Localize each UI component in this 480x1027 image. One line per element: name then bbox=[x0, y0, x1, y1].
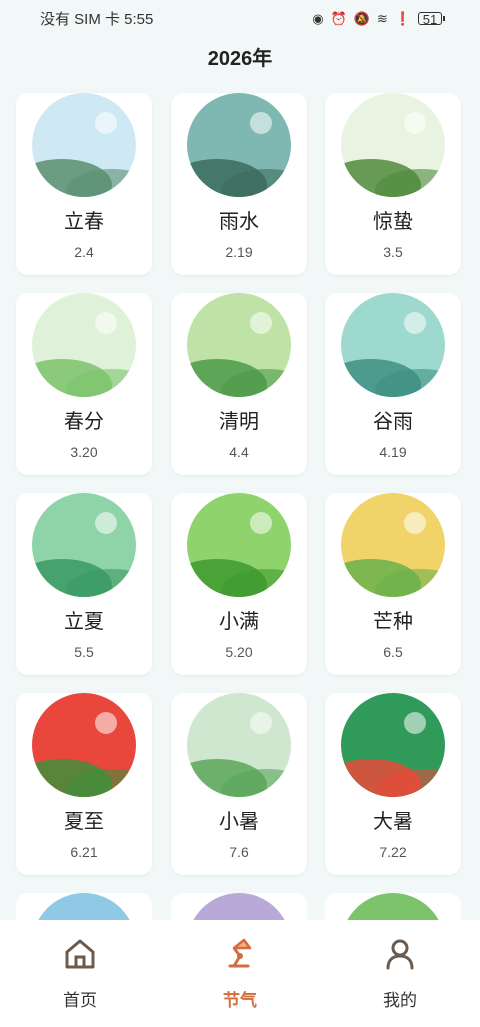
battery-icon: 51 bbox=[418, 11, 445, 26]
solar-term-illustration bbox=[341, 93, 445, 197]
solar-term-name: 雨水 bbox=[219, 211, 259, 233]
solar-term-card[interactable]: 芒种 6.5 bbox=[325, 493, 461, 675]
solar-term-name: 谷雨 bbox=[373, 411, 413, 433]
solar-term-card[interactable]: 雨水 2.19 bbox=[171, 93, 307, 275]
nav-mine-label: 我的 bbox=[383, 991, 417, 1010]
solar-term-card[interactable]: 清明 4.4 bbox=[171, 293, 307, 475]
status-bar: 没有 SIM 卡 5:55 ◉ ⏰ 🔕 ≋ ❗ 51 bbox=[0, 0, 480, 36]
solar-term-illustration bbox=[187, 893, 291, 923]
solar-term-card[interactable]: 春分 3.20 bbox=[16, 293, 152, 475]
status-carrier-time: 没有 SIM 卡 5:55 bbox=[40, 10, 154, 28]
solar-term-card[interactable]: 小满 5.20 bbox=[171, 493, 307, 675]
solar-term-date: 2.19 bbox=[225, 244, 253, 260]
solar-term-name: 春分 bbox=[64, 411, 104, 433]
solar-term-illustration bbox=[341, 493, 445, 597]
solar-term-card[interactable]: 谷雨 4.19 bbox=[325, 293, 461, 475]
solar-term-name: 惊蛰 bbox=[373, 211, 413, 233]
solar-term-date: 5.20 bbox=[225, 644, 253, 660]
solar-term-illustration bbox=[341, 293, 445, 397]
bottom-nav: 首页 节气 我的 bbox=[0, 920, 480, 1027]
nav-home[interactable]: 首页 bbox=[0, 920, 160, 1027]
solar-term-illustration bbox=[341, 693, 445, 797]
solar-term-card-partial[interactable] bbox=[325, 893, 461, 923]
solar-term-illustration bbox=[187, 493, 291, 597]
status-icons: ◉ ⏰ 🔕 ≋ ❗ 51 bbox=[312, 10, 445, 26]
solar-term-card[interactable]: 惊蛰 3.5 bbox=[325, 93, 461, 275]
solar-term-illustration bbox=[32, 93, 136, 197]
solar-term-card[interactable]: 立春 2.4 bbox=[16, 93, 152, 275]
home-icon bbox=[62, 936, 98, 972]
solar-term-card[interactable]: 小暑 7.6 bbox=[171, 693, 307, 875]
nav-home-label: 首页 bbox=[63, 991, 97, 1010]
solar-term-date: 6.5 bbox=[383, 644, 403, 660]
eye-icon: ◉ bbox=[312, 10, 324, 26]
solar-term-date: 3.5 bbox=[383, 244, 403, 260]
solar-term-name: 立夏 bbox=[64, 611, 104, 633]
wifi-icon: ≋ bbox=[376, 10, 388, 26]
solar-term-card[interactable]: 大暑 7.22 bbox=[325, 693, 461, 875]
solar-term-name: 小暑 bbox=[219, 811, 259, 833]
nav-solar-terms[interactable]: 节气 bbox=[160, 920, 320, 1027]
solar-term-illustration bbox=[341, 893, 445, 923]
nav-mine[interactable]: 我的 bbox=[320, 920, 480, 1027]
solar-term-illustration bbox=[187, 293, 291, 397]
solar-term-date: 7.22 bbox=[379, 844, 407, 860]
alarm-icon: ⏰ bbox=[330, 10, 347, 26]
solar-term-illustration bbox=[32, 893, 136, 923]
solar-term-name: 夏至 bbox=[64, 811, 104, 833]
lamp-icon bbox=[222, 936, 258, 972]
solar-term-name: 芒种 bbox=[373, 611, 413, 633]
alert-icon: ❗ bbox=[394, 10, 411, 26]
mute-icon: 🔕 bbox=[353, 10, 370, 26]
solar-term-date: 4.4 bbox=[229, 444, 249, 460]
page-title: 2026年 bbox=[207, 48, 273, 70]
solar-term-date: 5.5 bbox=[74, 644, 94, 660]
solar-term-date: 4.19 bbox=[379, 444, 407, 460]
solar-term-card-partial[interactable] bbox=[171, 893, 307, 923]
solar-term-name: 立春 bbox=[64, 211, 104, 233]
nav-solar-terms-label: 节气 bbox=[223, 991, 257, 1010]
solar-term-date: 6.21 bbox=[70, 844, 98, 860]
solar-term-card[interactable]: 立夏 5.5 bbox=[16, 493, 152, 675]
solar-term-date: 7.6 bbox=[229, 844, 249, 860]
solar-term-illustration bbox=[32, 693, 136, 797]
solar-term-name: 清明 bbox=[219, 411, 259, 433]
solar-term-illustration bbox=[187, 693, 291, 797]
solar-term-card[interactable]: 夏至 6.21 bbox=[16, 693, 152, 875]
solar-term-illustration bbox=[32, 293, 136, 397]
solar-term-card-partial[interactable] bbox=[16, 893, 152, 923]
solar-term-name: 小满 bbox=[219, 611, 259, 633]
user-icon bbox=[382, 936, 418, 972]
solar-term-illustration bbox=[187, 93, 291, 197]
solar-term-name: 大暑 bbox=[373, 811, 413, 833]
solar-term-date: 3.20 bbox=[70, 444, 98, 460]
solar-term-illustration bbox=[32, 493, 136, 597]
solar-term-date: 2.4 bbox=[74, 244, 94, 260]
